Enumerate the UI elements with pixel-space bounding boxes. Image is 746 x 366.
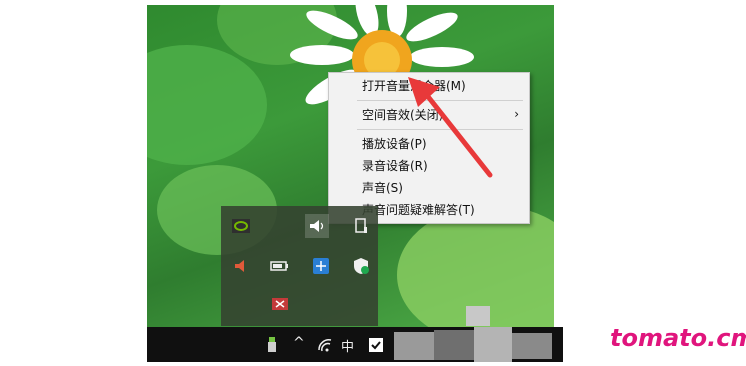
submenu-arrow-icon: › [514, 107, 519, 121]
usb-device-icon[interactable] [349, 214, 373, 238]
annotation-arrow [408, 77, 493, 178]
pixelated-region [394, 332, 434, 360]
ime-icon[interactable]: 中 [341, 336, 354, 355]
menu-item-troubleshoot-sound[interactable]: 声音问题疑难解答(T) [362, 200, 475, 220]
red-speaker-icon[interactable] [229, 254, 253, 278]
watermark-text: tomato.cm [610, 324, 746, 352]
battery-icon[interactable] [268, 254, 292, 278]
pixelated-region [466, 306, 490, 326]
pixelated-region [474, 327, 512, 362]
clover-leaf [147, 45, 267, 165]
shield-icon[interactable] [349, 254, 373, 278]
menu-item-sounds[interactable]: 声音(S) [362, 178, 403, 198]
tray-overflow-panel [221, 206, 378, 326]
wifi-icon[interactable] [318, 337, 334, 356]
nvidia-icon[interactable] [229, 214, 253, 238]
usb-icon[interactable] [267, 337, 277, 357]
pixelated-region [434, 330, 474, 360]
display-error-icon[interactable] [268, 293, 292, 317]
pixelated-region [512, 333, 552, 359]
show-hidden-icons-chevron[interactable]: ^ [293, 335, 305, 351]
taskbar: ^ 中 [147, 327, 563, 362]
network-adapter-icon[interactable] [309, 254, 333, 278]
speaker-icon[interactable] [305, 214, 329, 238]
action-center-icon[interactable] [369, 337, 383, 356]
